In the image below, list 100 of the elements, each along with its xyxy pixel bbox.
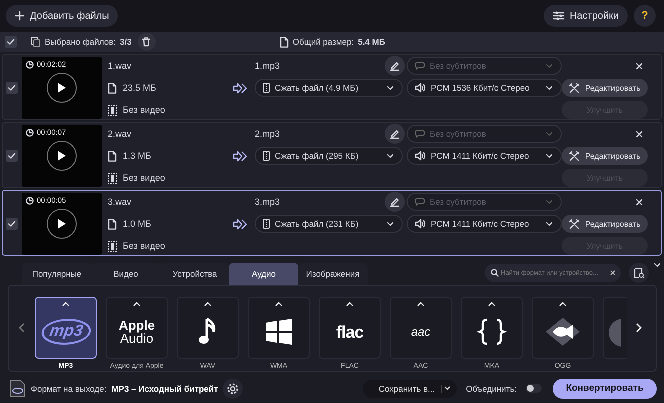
close-icon <box>636 198 643 206</box>
play-button[interactable] <box>47 209 77 239</box>
format-tab[interactable]: Изображения <box>298 263 368 285</box>
fish-icon <box>545 317 581 347</box>
output-file-name: 1.mp3 <box>255 61 280 71</box>
edit-button[interactable]: Редактировать <box>562 215 648 233</box>
total-size: 5.4 МБ <box>358 37 386 47</box>
video-info: Без видео <box>123 173 166 183</box>
device-detect-button[interactable] <box>629 263 649 283</box>
film-icon <box>108 240 117 252</box>
flac-logo: flac <box>336 324 364 340</box>
chevron-icon <box>546 222 553 226</box>
chevron-icon <box>546 200 553 204</box>
compress-dropdown[interactable]: Сжать файл (295 КБ) <box>255 147 403 165</box>
remove-button[interactable] <box>636 130 643 138</box>
compress-dropdown[interactable]: Сжать файл (231 КБ) <box>255 215 403 233</box>
edit-button[interactable]: Редактировать <box>562 147 648 165</box>
rename-button[interactable] <box>385 124 405 144</box>
close-icon <box>636 130 643 138</box>
file-name: 2.wav <box>108 129 132 139</box>
play-button[interactable] <box>47 73 77 103</box>
double-arrow-icon <box>232 218 248 230</box>
format-tile[interactable] <box>603 297 627 359</box>
format-tile[interactable]: Apple Audio <box>106 297 168 359</box>
caret-up-icon <box>417 302 425 307</box>
chevron-icon <box>546 86 553 90</box>
caret-up-icon <box>204 302 212 307</box>
document-icon <box>280 36 289 48</box>
chevron-icon <box>546 132 553 136</box>
trash-icon <box>142 37 152 47</box>
pencil-icon <box>390 129 400 139</box>
format-tab[interactable]: Видео <box>91 263 161 285</box>
mp3-logo: mp3 <box>39 319 93 345</box>
chevron-icon <box>387 154 394 158</box>
collapse-button[interactable] <box>654 263 661 268</box>
remove-button[interactable] <box>636 198 643 206</box>
format-tile[interactable] <box>461 297 523 359</box>
format-tile[interactable]: flac <box>319 297 381 359</box>
help-button[interactable]: ? <box>634 5 656 27</box>
speaker-icon <box>415 83 426 93</box>
format-tile[interactable]: mp3 <box>35 297 97 359</box>
settings-button[interactable]: Настройки <box>544 5 628 27</box>
file-size: 1.0 МБ <box>123 219 152 229</box>
merge-toggle[interactable] <box>526 384 542 393</box>
audio-dropdown[interactable]: PCM 1411 Кбит/с Стерео <box>407 215 562 233</box>
chevron-icon <box>387 222 394 226</box>
document-icon <box>108 218 117 230</box>
gear-icon <box>227 382 240 394</box>
selected-count: 3/3 <box>120 37 132 47</box>
files-icon <box>31 36 41 48</box>
clear-icon[interactable] <box>610 270 616 276</box>
caret-up-icon <box>559 302 567 307</box>
rename-button[interactable] <box>385 56 405 76</box>
document-icon <box>108 82 117 94</box>
clock-icon <box>26 128 34 136</box>
speech-bubble-icon <box>415 130 425 138</box>
checkbox[interactable] <box>6 218 18 230</box>
clock-icon <box>26 196 34 204</box>
search-icon <box>491 269 499 277</box>
format-tab[interactable]: Аудио <box>229 263 299 285</box>
format-tab[interactable]: Устройства <box>160 263 230 285</box>
film-icon <box>108 104 117 116</box>
output-format: MP3 – Исходный битрейт <box>112 384 218 394</box>
format-tile[interactable]: aac <box>390 297 452 359</box>
music-note-icon <box>198 317 218 347</box>
play-icon <box>57 82 67 94</box>
caret-up-icon <box>275 302 283 307</box>
format-tile[interactable] <box>248 297 310 359</box>
checkbox[interactable] <box>6 150 18 162</box>
compress-dropdown[interactable]: Сжать файл (4.9 МБ) <box>255 79 403 97</box>
save-location-dropdown[interactable]: Сохранить в... <box>362 380 458 398</box>
delete-button[interactable] <box>138 33 156 51</box>
rename-button[interactable] <box>385 192 405 212</box>
document-icon <box>108 150 117 162</box>
edit-button[interactable]: Редактировать <box>562 79 648 97</box>
double-arrow-icon <box>232 82 248 94</box>
format-settings-button[interactable] <box>223 378 244 398</box>
file-size: 1.3 МБ <box>123 151 152 161</box>
audio-dropdown[interactable]: PCM 1411 Кбит/с Стерео <box>407 147 562 165</box>
format-tab[interactable]: Популярные <box>22 263 92 285</box>
add-files-button[interactable]: Добавить файлы <box>6 5 118 27</box>
merge-label: Объединить: <box>466 384 517 394</box>
file-size: 23.5 МБ <box>123 83 156 93</box>
sliders-icon <box>552 11 565 21</box>
audio-dropdown[interactable]: PCM 1536 Кбит/с Стерео <box>407 79 562 97</box>
clock-icon <box>26 60 34 68</box>
chevron-icon <box>546 64 553 68</box>
checkbox[interactable] <box>5 36 17 48</box>
divider-chevron-icon <box>441 384 452 392</box>
speech-bubble-icon <box>415 62 425 70</box>
checkbox[interactable] <box>6 82 18 94</box>
apple-audio-logo: Apple Audio <box>118 319 156 345</box>
play-button[interactable] <box>47 141 77 171</box>
remove-button[interactable] <box>636 62 643 70</box>
caret-up-icon <box>346 302 354 307</box>
format-tile[interactable] <box>177 297 239 359</box>
convert-button[interactable]: Конвертировать <box>553 378 657 398</box>
zip-icon <box>263 219 270 229</box>
tools-icon <box>569 82 580 94</box>
format-tile[interactable] <box>532 297 594 359</box>
